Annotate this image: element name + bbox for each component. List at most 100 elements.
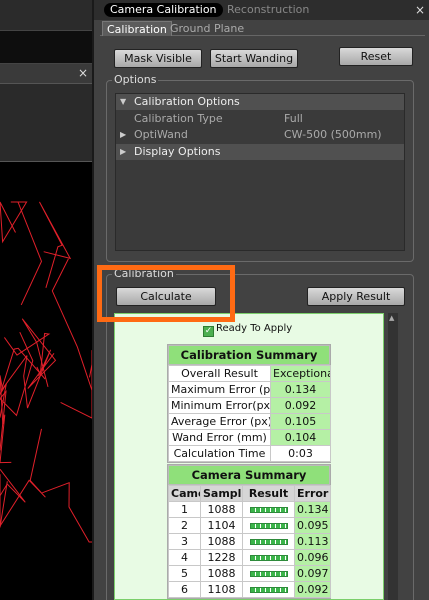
column-header[interactable]: Result — [242, 485, 295, 502]
tab-ground-plane[interactable]: Ground Plane — [166, 21, 248, 36]
highlight-annotation — [97, 265, 235, 322]
option-value[interactable]: Full — [284, 111, 303, 127]
summary-value: 0:03 — [270, 445, 331, 462]
calibration-summary-title: Calibration Summary — [168, 345, 330, 365]
result-meter — [249, 571, 288, 577]
viewport-toolbar-dark — [0, 30, 92, 64]
trajectory-line — [0, 468, 26, 528]
result-meter — [249, 507, 288, 513]
camera-id: 1 — [168, 501, 201, 518]
trajectory-line — [17, 201, 43, 306]
summary-value: 0.104 — [270, 429, 331, 446]
camera-table: CameraSamplesResultError 110880.13421104… — [168, 485, 331, 598]
viewport-tab-bar: × — [0, 64, 92, 84]
sample-count: 1104 — [200, 517, 243, 534]
table-row[interactable]: 5 1088 0.097 — [168, 565, 331, 582]
table-row[interactable]: 1 1088 0.134 — [168, 501, 331, 518]
results-scrollbar[interactable]: ▲ — [388, 313, 398, 600]
start-wanding-button[interactable]: Start Wanding — [210, 49, 298, 68]
camera-id: 3 — [168, 533, 201, 550]
camera-id: 4 — [168, 549, 201, 566]
error-value: 0.095 — [294, 517, 331, 534]
camera-summary-title: Camera Summary — [168, 465, 330, 485]
result-cell — [242, 533, 295, 550]
calibration-results: ✓ Ready To Apply Calibration Summary Over… — [114, 313, 384, 600]
column-header[interactable]: Camera — [168, 485, 201, 502]
panel-title-bar: Camera Calibration Reconstruction × — [94, 0, 429, 20]
table-row[interactable]: 6 1108 0.092 — [168, 581, 331, 598]
close-icon[interactable]: × — [78, 66, 88, 80]
summary-label: Average Error (px) — [168, 413, 271, 430]
triangle-down-icon: ▼ — [120, 97, 127, 106]
summary-row: Overall ResultExceptional — [168, 365, 331, 382]
camera-id: 5 — [168, 565, 201, 582]
error-value: 0.092 — [294, 581, 331, 598]
table-row[interactable]: 3 1088 0.113 — [168, 533, 331, 550]
sample-count: 1088 — [200, 565, 243, 582]
trajectory-line — [60, 364, 92, 419]
apply-result-button[interactable]: Apply Result — [307, 287, 405, 306]
tab-reconstruction[interactable]: Reconstruction — [227, 3, 309, 17]
mask-visible-button[interactable]: Mask Visible — [114, 49, 202, 68]
result-meter — [249, 523, 288, 529]
result-meter — [249, 539, 288, 545]
close-icon[interactable]: × — [415, 3, 425, 17]
subtab-bar: Calibration Ground Plane — [100, 21, 425, 36]
summary-value: 0.105 — [270, 413, 331, 430]
summary-table: Overall ResultExceptionalMaximum Error (… — [168, 365, 331, 462]
options-tree: ▼ Calibration Options Calibration Type F… — [115, 93, 405, 251]
trajectory-line — [0, 201, 28, 244]
option-row-calibration-type[interactable]: Calibration Type Full — [116, 111, 404, 127]
result-cell — [242, 565, 295, 582]
table-row[interactable]: 2 1104 0.095 — [168, 517, 331, 534]
scroll-up-icon[interactable]: ▲ — [389, 314, 394, 322]
triangle-right-icon: ▶ — [120, 130, 127, 139]
trajectory-line — [39, 201, 72, 288]
result-cell — [242, 501, 295, 518]
summary-value: 0.134 — [270, 381, 331, 398]
result-cell — [242, 549, 295, 566]
trajectory-line — [2, 349, 52, 409]
summary-row: Calculation Time 0:03 — [168, 445, 331, 462]
sample-count: 1228 — [200, 549, 243, 566]
option-value[interactable]: CW-500 (500mm) — [284, 127, 382, 143]
result-cell — [242, 517, 295, 534]
result-cell — [242, 581, 295, 598]
error-value: 0.134 — [294, 501, 331, 518]
sample-count: 1108 — [200, 581, 243, 598]
calibration-options-header[interactable]: ▼ Calibration Options — [116, 94, 404, 110]
error-value: 0.113 — [294, 533, 331, 550]
trajectory-line — [51, 258, 92, 408]
summary-row: Average Error (px) 0.105 — [168, 413, 331, 430]
viewport-toolbar — [0, 84, 92, 162]
wand-trajectory-view[interactable] — [0, 162, 92, 600]
camera-id: 6 — [168, 581, 201, 598]
display-options-header[interactable]: ▶ Display Options — [116, 144, 404, 160]
tab-calibration[interactable]: Calibration — [102, 21, 172, 36]
summary-value: Exceptional — [270, 365, 331, 382]
status-text: Ready To Apply — [216, 323, 293, 334]
sample-count: 1088 — [200, 501, 243, 518]
table-row[interactable]: 4 1228 0.096 — [168, 549, 331, 566]
tab-camera-calibration[interactable]: Camera Calibration — [104, 3, 223, 17]
column-header[interactable]: Samples — [200, 485, 243, 502]
sample-count: 1088 — [200, 533, 243, 550]
column-header[interactable]: Error — [294, 485, 331, 502]
option-row-optiwand[interactable]: ▶ OptiWand CW-500 (500mm) — [116, 127, 404, 143]
summary-row: Wand Error (mm) 0.104 — [168, 429, 331, 446]
options-group: Options ▼ Calibration Options Calibratio… — [106, 73, 414, 262]
calibration-options-label: Calibration Options — [134, 95, 240, 108]
summary-label: Overall Result — [168, 365, 271, 382]
options-group-title: Options — [112, 73, 159, 87]
summary-label: Wand Error (mm) — [168, 429, 271, 446]
error-value: 0.096 — [294, 549, 331, 566]
summary-row: Minimum Error(px) 0.092 — [168, 397, 331, 414]
result-meter — [249, 587, 288, 593]
viewport-pane: × — [0, 0, 92, 600]
triangle-right-icon: ▶ — [120, 147, 127, 156]
viewport-header — [0, 0, 92, 30]
camera-id: 2 — [168, 517, 201, 534]
reset-button[interactable]: Reset — [339, 47, 413, 66]
camera-summary-table: Camera Summary CameraSamplesResultError … — [167, 464, 331, 599]
result-meter — [249, 555, 288, 561]
